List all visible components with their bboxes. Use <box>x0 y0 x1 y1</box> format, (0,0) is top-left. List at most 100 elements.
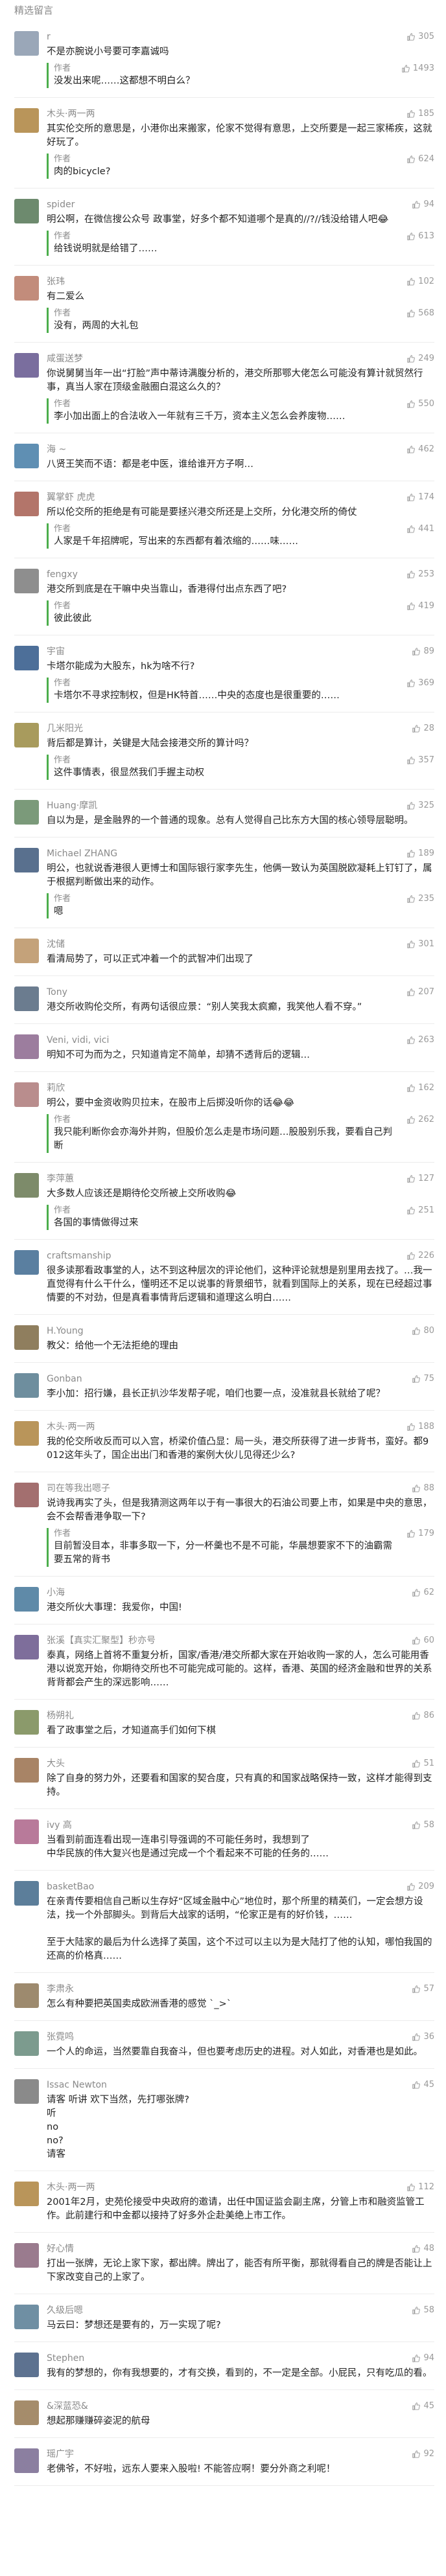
avatar[interactable] <box>14 353 39 378</box>
reply-like-count: 251 <box>418 1205 434 1215</box>
reply-like-button[interactable]: 262 <box>406 1114 434 1126</box>
avatar[interactable] <box>14 1421 39 1446</box>
avatar[interactable] <box>14 1758 39 1783</box>
like-button[interactable]: 80 <box>412 1325 434 1337</box>
avatar[interactable] <box>14 1881 39 1906</box>
reply-like-button[interactable]: 235 <box>406 893 434 905</box>
like-button[interactable]: 207 <box>406 986 434 998</box>
avatar[interactable] <box>14 1983 39 2008</box>
avatar[interactable] <box>14 986 39 1011</box>
avatar[interactable] <box>14 1373 39 1398</box>
like-button[interactable]: 112 <box>406 2182 434 2193</box>
avatar[interactable] <box>14 646 39 670</box>
avatar[interactable] <box>14 2305 39 2329</box>
avatar[interactable] <box>14 276 39 301</box>
like-button[interactable]: 305 <box>406 31 434 43</box>
like-button[interactable]: 58 <box>412 2305 434 2316</box>
like-button[interactable]: 45 <box>412 2079 434 2091</box>
comment-item: 久级后嗯 58 马云曰：梦想还是要有的，万一实现了呢? <box>14 2294 434 2342</box>
reply-like-button[interactable]: 419 <box>406 600 434 612</box>
thumb-up-icon <box>412 2402 423 2411</box>
like-button[interactable]: 92 <box>412 2448 434 2460</box>
avatar[interactable] <box>14 2353 39 2377</box>
like-button[interactable]: 189 <box>406 848 434 860</box>
avatar[interactable] <box>14 2400 39 2425</box>
like-button[interactable]: 86 <box>412 1710 434 1722</box>
like-button[interactable]: 89 <box>412 646 434 657</box>
like-button[interactable]: 301 <box>406 939 434 950</box>
avatar[interactable] <box>14 1082 39 1107</box>
avatar[interactable] <box>14 1325 39 1350</box>
avatar[interactable] <box>14 444 39 468</box>
avatar[interactable] <box>14 800 39 825</box>
thumb-up-icon <box>406 400 418 409</box>
avatar[interactable] <box>14 569 39 593</box>
like-button[interactable]: 94 <box>412 199 434 211</box>
like-button[interactable]: 48 <box>412 2243 434 2255</box>
avatar[interactable] <box>14 848 39 872</box>
like-button[interactable]: 102 <box>406 276 434 288</box>
like-button[interactable]: 51 <box>412 1758 434 1770</box>
avatar[interactable] <box>14 2243 39 2268</box>
avatar[interactable] <box>14 1173 39 1198</box>
avatar[interactable] <box>14 1483 39 1507</box>
reply-like-button[interactable]: 369 <box>406 678 434 689</box>
like-button[interactable]: 75 <box>412 1373 434 1385</box>
reply-text: 没发出来呢……这都想不明白么？ <box>54 76 195 86</box>
avatar[interactable] <box>14 2182 39 2206</box>
reply-like-button[interactable]: 550 <box>406 398 434 410</box>
avatar[interactable] <box>14 31 39 56</box>
reply-like-button[interactable]: 357 <box>406 755 434 766</box>
like-button[interactable]: 226 <box>406 1250 434 1262</box>
reply-like-button[interactable]: 624 <box>406 154 434 165</box>
comment-text: 想起那赚赚碎姿泥的航母 <box>47 2416 150 2426</box>
like-count: 189 <box>418 849 434 858</box>
like-button[interactable]: 127 <box>406 1173 434 1185</box>
like-button[interactable]: 462 <box>406 444 434 455</box>
like-button[interactable]: 209 <box>406 1881 434 1893</box>
like-button[interactable]: 253 <box>406 569 434 580</box>
avatar[interactable] <box>14 1250 39 1275</box>
avatar[interactable] <box>14 108 39 133</box>
comment-text: 教父：给他一个无法拒绝的理由 <box>47 1341 178 1351</box>
thumb-up-icon <box>406 445 418 454</box>
reply-like-button[interactable]: 568 <box>406 308 434 319</box>
like-button[interactable]: 263 <box>406 1034 434 1046</box>
like-button[interactable]: 249 <box>406 353 434 365</box>
avatar[interactable] <box>14 2031 39 2056</box>
reply-like-button[interactable]: 613 <box>406 231 434 242</box>
like-button[interactable]: 45 <box>412 2400 434 2412</box>
avatar[interactable] <box>14 723 39 747</box>
like-button[interactable]: 36 <box>412 2031 434 2043</box>
reply-like-button[interactable]: 179 <box>406 1528 434 1540</box>
like-button[interactable]: 185 <box>406 108 434 120</box>
like-button[interactable]: 57 <box>412 1983 434 1995</box>
like-button[interactable]: 58 <box>412 1819 434 1831</box>
reply-like-button[interactable]: 1493 <box>401 63 434 74</box>
like-button[interactable]: 325 <box>406 800 434 812</box>
like-button[interactable]: 62 <box>412 1587 434 1599</box>
reply-like-button[interactable]: 441 <box>406 523 434 535</box>
avatar[interactable] <box>14 2448 39 2473</box>
reply-like-button[interactable]: 251 <box>406 1205 434 1216</box>
like-button[interactable]: 88 <box>412 1483 434 1494</box>
avatar[interactable] <box>14 1587 39 1612</box>
avatar[interactable] <box>14 1034 39 1059</box>
like-button[interactable]: 188 <box>406 1421 434 1433</box>
avatar[interactable] <box>14 1710 39 1735</box>
commenter-name: fengxy <box>47 569 78 580</box>
reply-like-count: 179 <box>418 1529 434 1538</box>
avatar[interactable] <box>14 199 39 223</box>
avatar[interactable] <box>14 1819 39 1844</box>
like-button[interactable]: 60 <box>412 1635 434 1647</box>
avatar[interactable] <box>14 1635 39 1659</box>
avatar[interactable] <box>14 939 39 963</box>
avatar[interactable] <box>14 2079 39 2104</box>
like-button[interactable]: 162 <box>406 1082 434 1094</box>
like-button[interactable]: 28 <box>412 723 434 735</box>
like-button[interactable]: 94 <box>412 2353 434 2364</box>
avatar[interactable] <box>14 492 39 516</box>
thumb-up-icon <box>406 756 418 765</box>
commenter-name: 张玮 <box>47 277 65 287</box>
like-button[interactable]: 174 <box>406 492 434 503</box>
